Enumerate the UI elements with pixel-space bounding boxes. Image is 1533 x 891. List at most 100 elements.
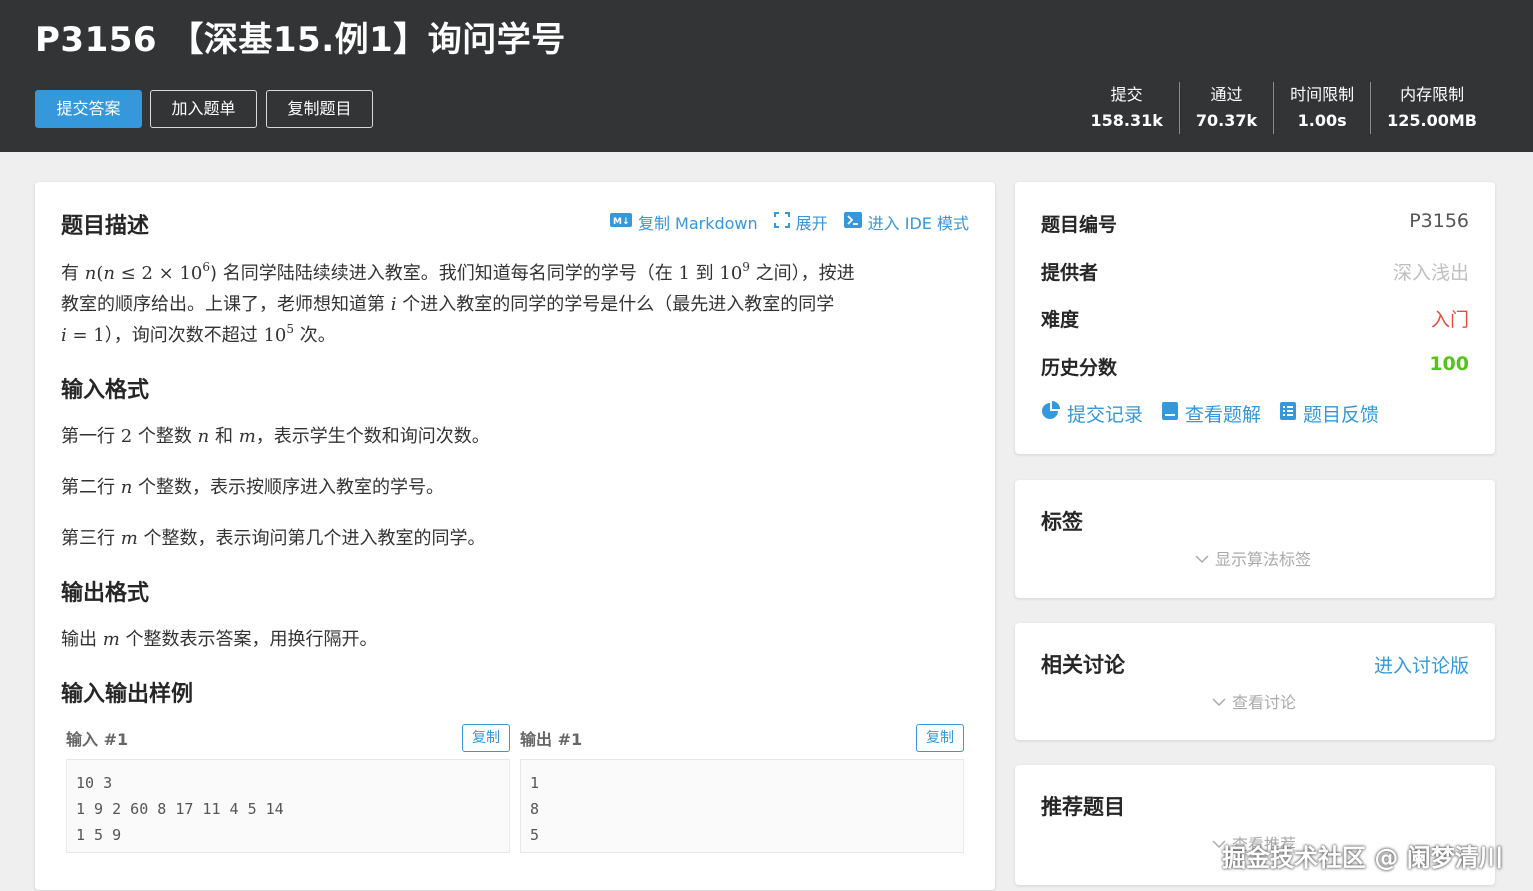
stat-label: 时间限制: [1290, 85, 1355, 104]
info-row-id: 题目编号 P3156: [1041, 210, 1469, 237]
list-icon: [1279, 401, 1297, 426]
submission-records-link[interactable]: 提交记录: [1041, 400, 1143, 427]
text: 个整数，表示按顺序进入教室的学号。: [132, 477, 445, 498]
svg-text:M↓: M↓: [613, 217, 630, 227]
stat-accepted: 通过 70.37k: [1178, 82, 1273, 134]
copy-input-button[interactable]: 复制: [462, 724, 510, 752]
discussions-card: 相关讨论 进入讨论版 查看讨论: [1015, 623, 1495, 740]
math: 1: [678, 263, 690, 284]
text: 第一行: [61, 426, 121, 447]
add-to-list-button[interactable]: 加入题单: [150, 90, 257, 128]
score-label: 历史分数: [1041, 357, 1118, 379]
sample-output-line: 1: [530, 774, 540, 792]
text: 到: [689, 263, 720, 284]
input-format-line-3: 第三行 m 个整数，表示询问第几个进入教室的同学。: [61, 523, 971, 554]
stat-memory-limit: 内存限制 125.00MB: [1370, 82, 1493, 134]
text: 输出: [61, 629, 103, 650]
copy-output-button[interactable]: 复制: [916, 724, 964, 752]
show-tags-label: 显示算法标签: [1215, 550, 1312, 569]
input-format-title: 输入格式: [61, 378, 150, 403]
stat-label: 内存限制: [1400, 85, 1465, 104]
problem-feedback-label: 题目反馈: [1303, 404, 1380, 426]
sample-output-box[interactable]: 1 8 5: [520, 759, 964, 853]
math-var: n: [103, 263, 115, 284]
sample-output-line: 8: [530, 800, 540, 818]
input-format-line-2: 第二行 n 个整数，表示按顺序进入教室的学号。: [61, 472, 971, 503]
sample-input-box[interactable]: 10 3 1 9 2 60 8 17 11 4 5 14 1 5 9: [66, 759, 510, 853]
stat-label: 通过: [1210, 85, 1243, 104]
copy-problem-button[interactable]: 复制题目: [266, 90, 373, 128]
provider-label: 提供者: [1041, 262, 1099, 284]
text: 第二行: [61, 477, 121, 498]
ide-mode-label: 进入 IDE 模式: [867, 214, 969, 233]
provider-value[interactable]: 深入浅出: [1393, 258, 1469, 285]
submission-records-label: 提交记录: [1067, 404, 1144, 426]
text: 个进入教室的同学的学号是什么（最先进入教室的同学: [396, 294, 835, 315]
text: ) 名同学陆陆续续进入教室。我们知道每名同学的学号（在: [210, 263, 679, 284]
discussions-title: 相关讨论: [1041, 653, 1125, 677]
expand-button[interactable]: 展开: [773, 210, 828, 234]
view-discussions-toggle[interactable]: 查看讨论: [1212, 689, 1296, 713]
problem-tools: M↓ 复制 Markdown 展开 进入 IDE 模式: [609, 210, 969, 234]
problem-id-label: 题目编号: [1041, 214, 1118, 236]
info-row-score: 历史分数 100: [1041, 353, 1469, 380]
math-var: n: [197, 426, 210, 447]
math-var: m: [102, 629, 120, 650]
math: 2: [120, 426, 133, 447]
book-icon: [1161, 401, 1179, 426]
description-title: 题目描述: [61, 214, 150, 239]
math-var: n: [84, 263, 97, 284]
math-var: m: [120, 528, 138, 549]
input-format-line-1: 第一行 2 个整数 n 和 m，表示学生个数和询问次数。: [61, 421, 971, 452]
stat-submissions: 提交 158.31k: [1074, 82, 1178, 134]
ide-mode-button[interactable]: 进入 IDE 模式: [843, 210, 969, 234]
expand-icon: [773, 212, 790, 232]
difficulty-label: 难度: [1041, 309, 1080, 331]
markdown-icon: M↓: [609, 212, 632, 232]
math: 10: [719, 263, 743, 284]
difficulty-value: 入门: [1430, 309, 1469, 331]
enter-discussion-link[interactable]: 进入讨论版: [1374, 651, 1469, 678]
problem-links: 提交记录 查看题解 题目反馈: [1041, 400, 1379, 427]
watermark: 掘金技术社区 @ 阑梦清川: [1222, 844, 1503, 872]
chevron-down-icon: [1195, 549, 1209, 568]
stat-value: 125.00MB: [1387, 111, 1477, 130]
text: ，表示学生个数和询问次数。: [255, 426, 490, 447]
text: 教室的顺序给出。上课了，老师想知道第: [61, 294, 391, 315]
sample-output-label: 输出 #1: [520, 730, 583, 749]
stat-label: 提交: [1110, 85, 1143, 104]
problem-header: P3156 【深基15.例1】询问学号 提交答案 加入题单 复制题目 提交 15…: [0, 0, 1533, 152]
text: 次。: [294, 325, 336, 346]
output-format-text: 输出 m 个整数表示答案，用换行隔开。: [61, 624, 971, 655]
text: 个整数表示答案，用换行隔开。: [119, 629, 378, 650]
text: 和: [209, 426, 239, 447]
score-value: 100: [1429, 353, 1469, 375]
tags-card: 标签 显示算法标签: [1015, 480, 1495, 598]
stat-value: 158.31k: [1090, 111, 1163, 130]
math-var: m: [238, 426, 256, 447]
math-exp: 6: [202, 260, 211, 274]
copy-markdown-button[interactable]: M↓ 复制 Markdown: [609, 210, 758, 234]
samples-title: 输入输出样例: [61, 682, 194, 707]
chevron-down-icon: [1212, 692, 1226, 711]
description-text: 有 n(n ≤ 2 × 106) 名同学陆陆续续进入教室。我们知道每名同学的学号…: [61, 258, 971, 351]
sample-input-line: 1 9 2 60 8 17 11 4 5 14: [76, 800, 284, 818]
copy-markdown-label: 复制 Markdown: [637, 214, 758, 233]
page-title: P3156 【深基15.例1】询问学号: [35, 20, 566, 60]
info-row-difficulty: 难度 入门: [1041, 305, 1469, 332]
math: ≤ 2 × 10: [114, 263, 203, 284]
problem-content-card: 题目描述 M↓ 复制 Markdown 展开 进入 IDE 模式 有 n(n ≤…: [35, 182, 995, 890]
terminal-icon: [843, 212, 862, 232]
view-solutions-link[interactable]: 查看题解: [1161, 400, 1261, 427]
show-tags-toggle[interactable]: 显示算法标签: [1195, 546, 1311, 570]
math-exp: 5: [286, 322, 295, 336]
text: 有: [61, 263, 85, 284]
stat-time-limit: 时间限制 1.00s: [1273, 82, 1370, 134]
expand-label: 展开: [795, 214, 828, 233]
problem-feedback-link[interactable]: 题目反馈: [1279, 400, 1379, 427]
sample-input-line: 10 3: [76, 774, 113, 792]
text: 个整数，表示询问第几个进入教室的同学。: [137, 528, 486, 549]
info-row-provider: 提供者 深入浅出: [1041, 258, 1469, 285]
submit-answer-button[interactable]: 提交答案: [35, 90, 142, 128]
problem-id-value: P3156: [1409, 210, 1469, 232]
